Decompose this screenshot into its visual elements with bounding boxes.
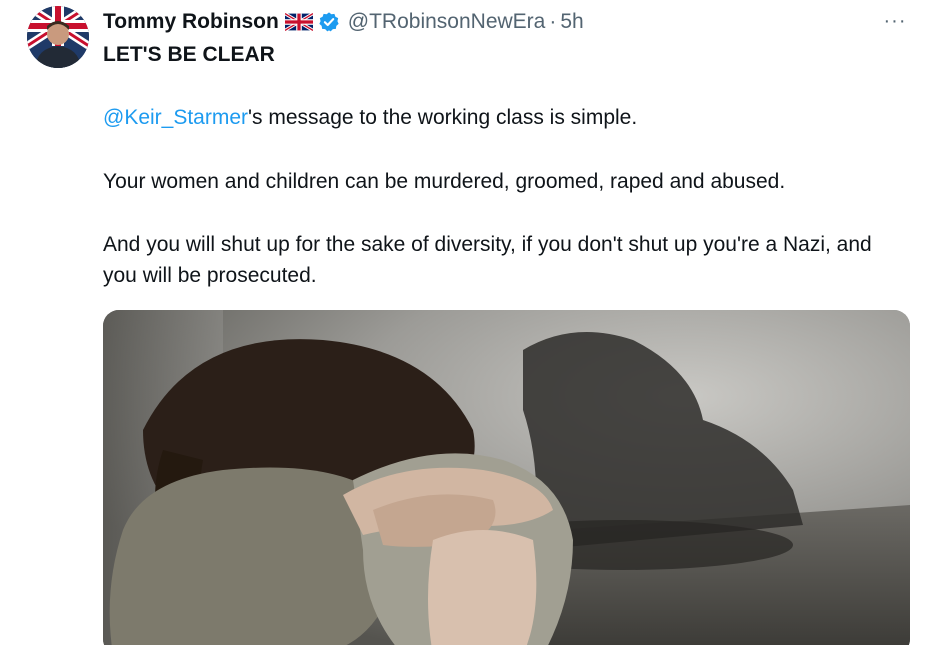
tweet-header: Tommy Robinson @TRobinsonNewEra · 5h <box>103 8 584 36</box>
tweet-paragraph-1: @Keir_Starmer's message to the working c… <box>103 102 903 133</box>
tweet-paragraph-2: Your women and children can be murdered,… <box>103 170 786 193</box>
tweet-card[interactable]: Tommy Robinson @TRobinsonNewEra · 5h ···… <box>0 0 933 645</box>
tweet-timestamp[interactable]: 5h <box>560 10 583 34</box>
author-display-name[interactable]: Tommy Robinson <box>103 10 279 34</box>
avatar[interactable] <box>27 6 89 68</box>
tweet-headline: LET'S BE CLEAR <box>103 43 275 66</box>
tweet-paragraph-3: And you will shut up for the sake of div… <box>103 233 872 287</box>
more-horizontal-icon[interactable]: ··· <box>881 9 909 33</box>
verified-badge-icon[interactable] <box>318 11 340 33</box>
uk-flag-icon <box>283 12 314 32</box>
mention-link[interactable]: @Keir_Starmer <box>103 106 248 129</box>
author-handle[interactable]: @TRobinsonNewEra <box>348 10 546 34</box>
separator-dot: · <box>549 10 557 33</box>
tweet-media-photo[interactable] <box>103 310 910 645</box>
paragraph-1-text: 's message to the working class is simpl… <box>248 106 638 129</box>
